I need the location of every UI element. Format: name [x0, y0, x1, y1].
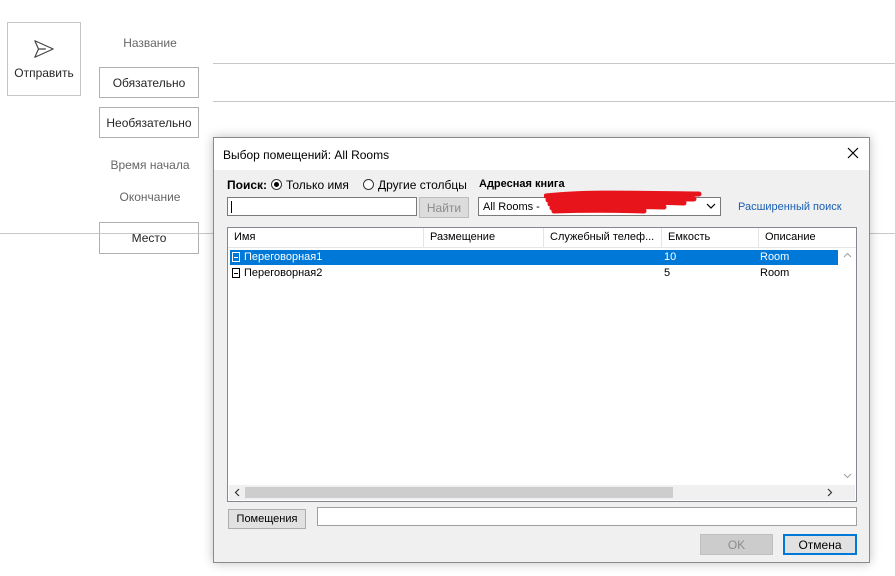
search-label: Поиск: — [227, 178, 268, 192]
table-row[interactable]: Переговорная2 5 Room — [230, 266, 838, 281]
select-rooms-dialog: Выбор помещений: All Rooms Поиск: Только… — [213, 137, 870, 563]
horizontal-scrollbar[interactable] — [229, 485, 838, 500]
ok-button[interactable]: OK — [700, 534, 773, 555]
row-capacity: 10 — [664, 251, 677, 263]
redaction-scribble — [544, 190, 702, 214]
scroll-down-icon[interactable] — [843, 471, 852, 480]
required-attendees-button[interactable]: Обязательно — [99, 67, 199, 98]
text-caret — [231, 201, 232, 213]
vertical-scrollbar[interactable] — [840, 248, 855, 483]
search-input[interactable] — [227, 197, 417, 216]
location-button[interactable]: Место — [99, 222, 199, 254]
row-capacity: 5 — [664, 267, 671, 279]
room-icon — [232, 252, 240, 262]
radio-other-columns-label[interactable]: Другие столбцы — [378, 178, 467, 192]
rooms-button[interactable]: Помещения — [228, 509, 306, 529]
row-name: Переговорная1 — [244, 251, 323, 263]
rooms-field[interactable] — [317, 507, 857, 526]
radio-name-only[interactable] — [271, 179, 282, 190]
close-icon[interactable] — [845, 145, 861, 161]
room-icon — [232, 268, 240, 278]
cut-off-text — [60, 0, 320, 2]
row-description: Room — [760, 251, 790, 263]
send-button[interactable]: Отправить — [7, 22, 81, 96]
required-field-line — [213, 101, 895, 102]
title-field-line — [213, 63, 895, 64]
column-header-name[interactable]: Имя — [228, 228, 424, 247]
body-divider — [0, 233, 213, 234]
advanced-search-link[interactable]: Расширенный поиск — [738, 201, 842, 213]
column-header-phone[interactable]: Служебный телеф... — [544, 228, 662, 247]
radio-other-columns[interactable] — [363, 179, 374, 190]
radio-name-only-label[interactable]: Только имя — [286, 178, 349, 192]
cancel-button[interactable]: Отмена — [783, 534, 857, 555]
send-icon — [34, 40, 54, 58]
row-name: Переговорная2 — [244, 267, 323, 279]
scroll-left-icon[interactable] — [233, 488, 242, 497]
dialog-titlebar: Выбор помещений: All Rooms — [214, 138, 869, 170]
list-header: Имя Размещение Служебный телеф... Емкост… — [228, 228, 856, 248]
row-description: Room — [760, 267, 790, 279]
title-label: Название — [123, 36, 177, 50]
scroll-thumb[interactable] — [245, 487, 673, 498]
scroll-up-icon[interactable] — [843, 251, 852, 260]
address-book-label: Адресная книга — [479, 178, 565, 190]
rooms-list[interactable]: Имя Размещение Служебный телеф... Емкост… — [227, 227, 857, 502]
scroll-corner — [838, 485, 855, 500]
optional-attendees-button[interactable]: Необязательно — [99, 107, 199, 138]
dialog-title: Выбор помещений: All Rooms — [223, 148, 390, 162]
scroll-right-icon[interactable] — [825, 488, 834, 497]
chevron-down-icon — [706, 203, 716, 209]
table-row[interactable]: Переговорная1 10 Room — [230, 250, 838, 265]
start-time-label: Время начала — [110, 158, 190, 172]
find-button[interactable]: Найти — [419, 197, 469, 218]
column-header-capacity[interactable]: Емкость — [662, 228, 759, 247]
column-header-description[interactable]: Описание — [759, 228, 856, 247]
send-label: Отправить — [14, 66, 74, 80]
body-divider-right — [870, 233, 895, 234]
column-header-location[interactable]: Размещение — [424, 228, 544, 247]
address-book-value: All Rooms - — [483, 201, 540, 213]
end-time-label: Окончание — [119, 190, 181, 204]
